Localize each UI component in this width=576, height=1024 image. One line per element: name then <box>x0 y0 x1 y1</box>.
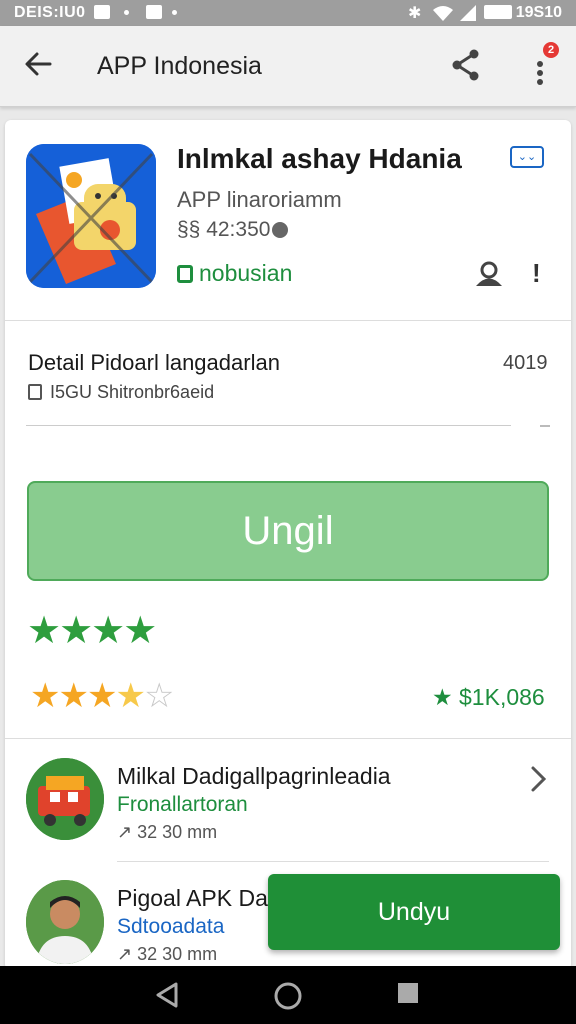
star-icon: ★ <box>123 610 157 652</box>
app-tag: nobusian <box>177 260 292 287</box>
divider <box>5 738 571 739</box>
install-button[interactable]: Ungil <box>27 481 549 581</box>
star-icon: ★ <box>91 610 125 652</box>
globe-icon <box>272 222 289 238</box>
gold-star-rating: ★★★★☆ <box>30 676 175 716</box>
star-icon: ★ <box>59 610 93 652</box>
price: ★ $1K,086 <box>432 684 545 711</box>
star-icon: ★ <box>27 610 61 652</box>
nav-recents-icon[interactable] <box>396 981 420 1005</box>
detail-number: 4019 <box>503 352 548 374</box>
divider <box>5 320 571 321</box>
divider <box>117 861 549 862</box>
list-item-meta-text: 32 30 mm <box>137 822 218 842</box>
app-icon[interactable] <box>26 144 156 288</box>
list-item-meta-text: 32 30 mm <box>137 944 218 964</box>
star-icon: ★ <box>432 684 453 710</box>
star-icon: ★ <box>30 677 61 715</box>
list-item-subtitle: Sdtooadata <box>117 915 225 938</box>
green-star-rating: ★★★★ <box>27 608 157 653</box>
status-left-text: DEIS:IU0 <box>14 4 86 21</box>
lock-icon <box>177 265 193 283</box>
price-text: $1K,086 <box>459 684 545 710</box>
dropdown-toggle-icon[interactable]: ⌄⌄ <box>510 146 544 168</box>
app-tag-label: nobusian <box>199 260 293 286</box>
nav-back-icon[interactable] <box>154 981 180 1009</box>
list-item-title[interactable]: Milkal Dadigallpagrinleadia <box>117 763 391 790</box>
dot-icon <box>172 10 177 15</box>
notification-badge: 2 <box>543 42 559 58</box>
nav-home-icon[interactable] <box>273 981 303 1011</box>
divider-dash <box>540 425 550 427</box>
app-size-text: §§ 42:350 <box>177 218 271 241</box>
image-icon <box>94 5 110 19</box>
app-size: §§ 42:350 <box>177 218 289 242</box>
star-icon: ★ <box>86 677 118 715</box>
empty-star-icon: ☆ <box>143 677 175 715</box>
download-button[interactable]: Undyu <box>268 874 560 950</box>
list-item-avatar[interactable] <box>26 758 104 840</box>
app-name: Inlmkal ashay Hdania <box>177 143 462 174</box>
half-star-icon: ★ <box>115 677 146 715</box>
signal-icon <box>460 5 476 21</box>
app-developer: APP linaroriamm <box>177 187 342 212</box>
document-icon <box>28 384 42 400</box>
battery-icon <box>484 5 512 19</box>
list-item-title[interactable]: Pigoal APK Dad <box>117 885 281 912</box>
bluetooth-icon: ✱ <box>408 5 422 22</box>
list-item-meta: ↗ 32 30 mm <box>117 944 217 965</box>
list-item-subtitle: Fronallartoran <box>117 793 248 816</box>
download-icon: ↗ <box>117 822 133 842</box>
list-item-meta: ↗ 32 30 mm <box>117 822 217 843</box>
app-bar: APP Indonesia 2 <box>0 26 576 107</box>
star-icon: ★ <box>58 677 89 715</box>
system-nav-bar <box>0 966 576 1024</box>
wifi-icon <box>433 6 453 21</box>
page-title: APP Indonesia <box>97 52 262 80</box>
detail-subtitle-text: I5GU Shitronbr6aeid <box>50 382 215 402</box>
checkbox-icon <box>146 5 162 19</box>
detail-title: Detail Pidoarl langadarlan <box>28 350 280 375</box>
back-arrow-icon[interactable] <box>22 48 54 80</box>
account-icon[interactable] <box>474 261 504 287</box>
share-icon[interactable] <box>450 48 482 82</box>
help-icon[interactable]: ! <box>532 258 541 289</box>
divider <box>26 425 511 426</box>
dot-icon <box>124 10 129 15</box>
status-time: 19S10 <box>515 4 562 21</box>
list-item-avatar[interactable] <box>26 880 104 964</box>
detail-subtitle: I5GU Shitronbr6aeid <box>28 382 214 403</box>
status-bar: DEIS:IU0 ✱ 19S10 <box>0 0 576 26</box>
download-icon: ↗ <box>117 944 133 964</box>
chevron-right-icon[interactable] <box>527 764 549 794</box>
